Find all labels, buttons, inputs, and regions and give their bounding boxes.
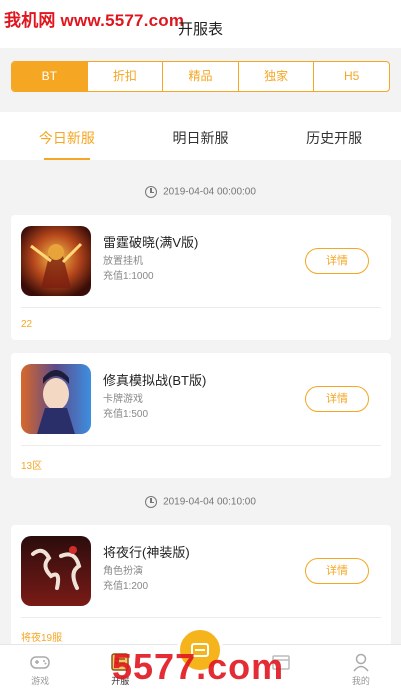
detail-button[interactable]: 详情 [305,386,369,412]
time-group-header: 2019-04-04 00:10:00 [0,496,401,508]
cultivation-game-icon[interactable] [21,364,91,434]
game-card[interactable]: 雷霆破晓(满V版) 放置挂机 充值1:1000 详情 22 [11,215,391,340]
server-date-tabs: 今日新服 明日新服 历史开服 [0,112,401,160]
recharge-rate: 充值1:500 [103,409,149,420]
page-title: 开服表 [177,21,223,38]
tab-discount[interactable]: 折扣 [86,62,163,91]
tab-label: 明日新服 [172,130,229,146]
nav-item-games[interactable]: 游戏 [0,645,80,693]
tab-label: 历史开服 [306,130,363,146]
divider [21,617,381,618]
bottom-watermark: 5577.com [112,646,285,687]
game-genre: 放置挂机 [103,256,143,267]
nav-label: 游戏 [31,676,50,686]
clock-icon [145,496,158,508]
category-tabs: BT 折扣 精品 独家 H5 [11,61,390,92]
tab-tomorrow-servers[interactable]: 明日新服 [134,112,268,160]
detail-button[interactable]: 详情 [305,558,369,584]
nav-label: 我的 [351,676,370,686]
warrior-game-icon[interactable] [21,226,91,296]
detail-button[interactable]: 详情 [305,248,369,274]
game-name: 雷霆破晓(满V版) [103,235,199,250]
game-name: 将夜行(神装版) [103,545,190,560]
recharge-rate: 充值1:1000 [103,271,154,282]
recharge-rate: 充值1:200 [103,581,149,592]
tab-history-servers[interactable]: 历史开服 [267,112,401,160]
user-icon [353,653,369,672]
server-name: 将夜19服 [21,633,63,644]
gamepad-icon [30,656,50,669]
tab-bt[interactable]: BT [12,62,87,91]
active-tab-indicator [43,158,90,160]
time-label: 2019-04-04 00:10:00 [163,496,256,508]
clock-icon [145,186,158,198]
night-calligraphy-game-icon[interactable] [21,536,91,606]
time-label: 2019-04-04 00:00:00 [163,186,256,198]
tab-premium[interactable]: 精品 [162,62,238,91]
server-name: 22 [21,319,33,330]
tab-h5[interactable]: H5 [313,62,389,91]
game-card[interactable]: 修真模拟战(BT版) 卡牌游戏 充值1:500 详情 13区 [11,353,391,478]
game-genre: 卡牌游戏 [103,394,143,405]
tab-label: 今日新服 [38,130,95,146]
divider [21,445,381,446]
game-genre: 角色扮演 [103,566,143,577]
divider [21,307,381,308]
tab-exclusive[interactable]: 独家 [237,62,314,91]
server-name: 13区 [21,461,43,472]
nav-item-profile[interactable]: 我的 [321,645,401,693]
game-name: 修真模拟战(BT版) [103,373,207,388]
top-bar: 我机网 www.5577.com 开服表 [0,0,401,48]
time-group-header: 2019-04-04 00:00:00 [0,186,401,198]
tab-today-servers[interactable]: 今日新服 [0,112,134,160]
